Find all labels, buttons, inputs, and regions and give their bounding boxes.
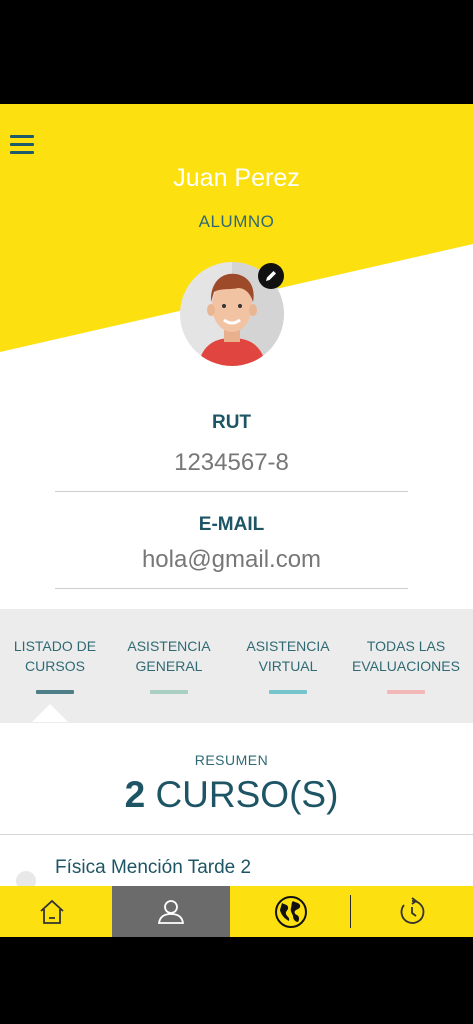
divider xyxy=(55,588,408,589)
course-count: 2 xyxy=(124,774,146,815)
email-label: E-MAIL xyxy=(198,514,265,535)
tab-indicator xyxy=(387,690,425,694)
nav-home[interactable] xyxy=(0,886,111,937)
tab-label: ASISTENCIA VIRTUAL xyxy=(229,636,347,676)
tab-indicator xyxy=(36,690,74,694)
course-count-unit: CURSO(S) xyxy=(155,774,339,815)
tab-label-line: VIRTUAL xyxy=(258,658,318,674)
tab-todas-evaluaciones[interactable]: TODAS LAS EVALUACIONES xyxy=(347,609,465,723)
tab-label-line: TODAS LAS xyxy=(366,638,446,654)
summary-label: RESUMEN xyxy=(194,752,269,768)
menu-icon-line xyxy=(10,150,34,154)
tab-label-line: ASISTENCIA xyxy=(246,638,330,654)
tab-asistencia-virtual[interactable]: ASISTENCIA VIRTUAL xyxy=(229,609,347,723)
tab-indicator xyxy=(269,690,307,694)
divider xyxy=(55,491,408,492)
system-nav-area xyxy=(0,937,473,1024)
history-icon xyxy=(400,896,425,924)
user-icon xyxy=(157,899,185,924)
nav-divider xyxy=(350,895,351,928)
globe-icon xyxy=(275,895,307,928)
tab-label: TODAS LAS EVALUACIONES xyxy=(347,636,465,676)
user-role: ALUMNO xyxy=(198,212,275,231)
nav-history[interactable] xyxy=(353,886,471,937)
tab-indicator xyxy=(150,690,188,694)
email-value: hola@gmail.com xyxy=(141,546,322,573)
tab-label-line: CURSOS xyxy=(25,658,85,674)
summary-count: 2 CURSO(S) xyxy=(0,774,463,816)
course-list-item[interactable]: Física Mención Tarde 2 xyxy=(0,834,473,894)
rut-label: RUT xyxy=(211,412,252,433)
menu-button[interactable] xyxy=(6,130,38,158)
user-name: Juan Perez xyxy=(173,164,300,192)
menu-icon-line xyxy=(10,134,34,138)
pencil-icon xyxy=(266,271,276,281)
tab-bar: LISTADO DE CURSOS ASISTENCIA GENERAL ASI… xyxy=(0,609,473,723)
rut-value: 1234567-8 xyxy=(174,449,289,476)
active-tab-pointer xyxy=(32,704,68,722)
app-screen: Juan Perez ALUMNO RUT 1234567-8 E-MAIL h… xyxy=(0,104,473,937)
status-bar-area xyxy=(0,0,473,104)
home-icon xyxy=(40,899,64,924)
tab-label-line: LISTADO DE xyxy=(13,638,97,654)
course-name: Física Mención Tarde 2 xyxy=(55,857,252,878)
menu-icon-line xyxy=(10,142,34,146)
tab-label-line: GENERAL xyxy=(135,658,203,674)
tab-asistencia-general[interactable]: ASISTENCIA GENERAL xyxy=(110,609,228,723)
tab-label-line: EVALUACIONES xyxy=(352,658,460,674)
tab-label: LISTADO DE CURSOS xyxy=(0,636,114,676)
bottom-navigation xyxy=(0,886,473,937)
edit-avatar-button[interactable] xyxy=(258,263,284,289)
tab-label: ASISTENCIA GENERAL xyxy=(110,636,228,676)
nav-profile[interactable] xyxy=(112,886,230,937)
nav-virtual[interactable] xyxy=(232,886,350,937)
tab-label-line: ASISTENCIA xyxy=(127,638,211,654)
